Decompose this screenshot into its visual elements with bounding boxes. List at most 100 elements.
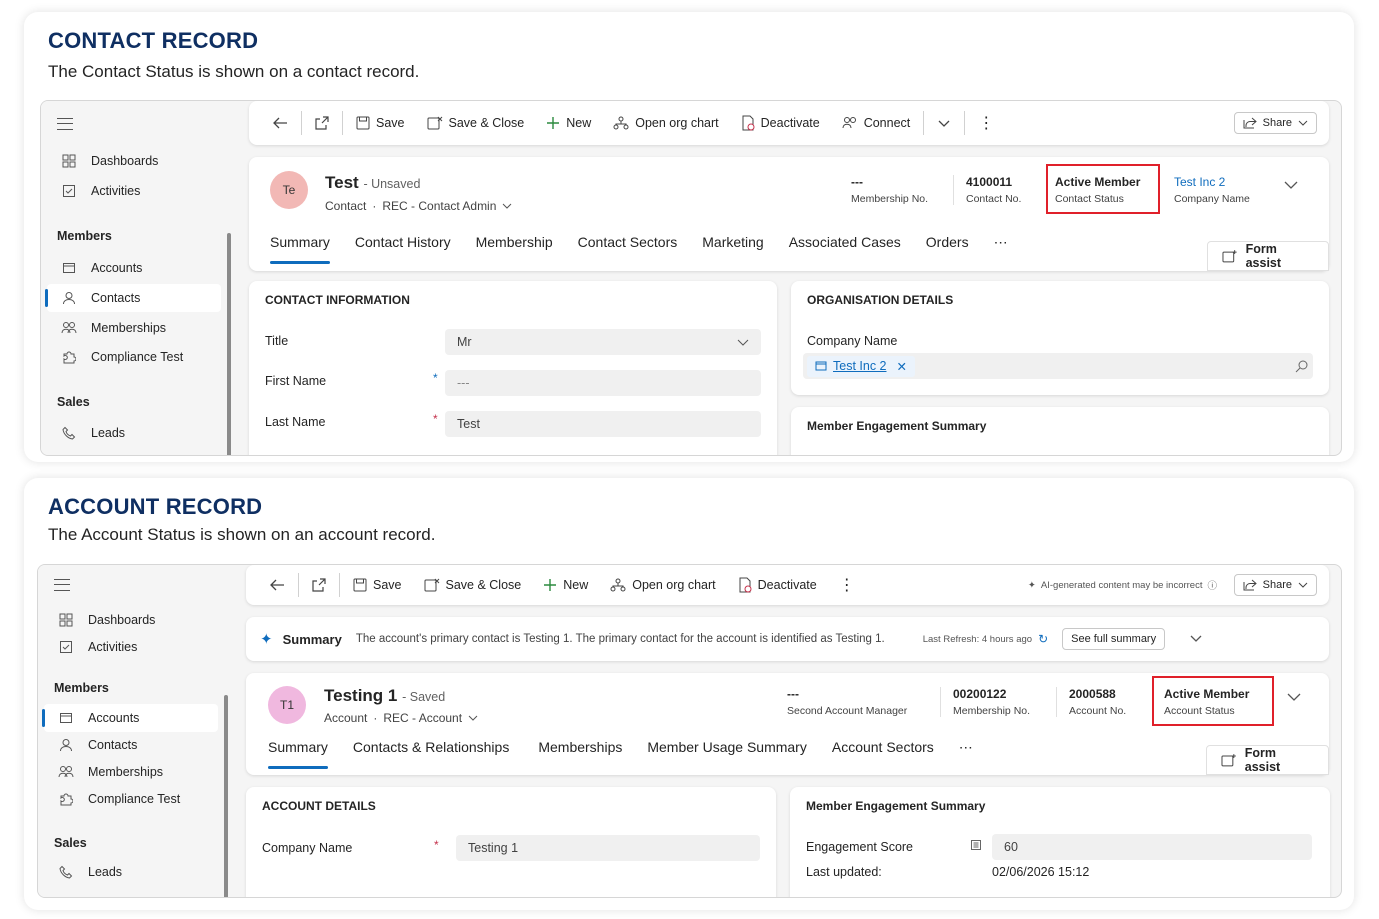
- sidebar-scrollbar[interactable]: [224, 695, 228, 897]
- back-button[interactable]: [258, 569, 296, 601]
- sidebar-scrollbar[interactable]: [227, 233, 231, 455]
- main-area: Save Save & Close New Open org chart Dea…: [246, 565, 1341, 897]
- save-close-button[interactable]: Save & Close: [416, 107, 536, 139]
- sidebar-item-compliance-test[interactable]: Compliance Test: [47, 343, 221, 371]
- header-field-company-name[interactable]: Test Inc 2 Company Name: [1174, 175, 1250, 205]
- tab-summary[interactable]: Summary: [268, 739, 328, 769]
- divider: [339, 573, 340, 597]
- member-engagement-section: Member Engagement Summary Engagement Sco…: [790, 787, 1330, 897]
- sidebar-item-contacts[interactable]: Contacts: [44, 731, 218, 759]
- sidebar-item-label: Accounts: [91, 261, 143, 275]
- record-tabs: Summary Contact History Membership Conta…: [270, 234, 1033, 264]
- title-select[interactable]: Mr: [445, 329, 761, 355]
- open-org-chart-button[interactable]: Open org chart: [602, 107, 729, 139]
- share-icon: [1243, 117, 1257, 129]
- company-name-label: Company Name: [262, 841, 353, 855]
- form-selector[interactable]: REC - Contact Admin: [382, 199, 496, 213]
- sidebar-item-label: Accounts: [88, 711, 140, 725]
- new-button[interactable]: New: [532, 569, 599, 601]
- tab-memberships[interactable]: Memberships: [538, 739, 622, 756]
- sidebar-item-dashboards[interactable]: Dashboards: [47, 147, 221, 175]
- form-assist-button[interactable]: Form assist: [1207, 241, 1329, 271]
- form-assist-icon: [1221, 754, 1236, 767]
- person-icon: [44, 738, 88, 752]
- accounts-icon: [44, 711, 88, 725]
- tab-membership[interactable]: Membership: [476, 234, 553, 251]
- tab-summary[interactable]: Summary: [270, 234, 330, 264]
- tab-orders[interactable]: Orders: [926, 234, 969, 251]
- hamburger-menu-icon[interactable]: [57, 118, 73, 130]
- first-name-field[interactable]: ---: [445, 370, 761, 396]
- engagement-score-field[interactable]: 60: [992, 834, 1312, 860]
- record-type: Contact · REC - Contact Admin: [325, 199, 512, 213]
- entity-name: Contact: [325, 199, 367, 213]
- form-assist-button[interactable]: Form assist: [1206, 745, 1329, 775]
- share-button[interactable]: Share: [1233, 112, 1317, 134]
- open-new-window-button[interactable]: [304, 107, 340, 139]
- expand-header-chevron[interactable]: [1286, 689, 1302, 707]
- refresh-icon[interactable]: ↻: [1038, 632, 1048, 646]
- deactivate-button[interactable]: Deactivate: [727, 569, 828, 601]
- tab-account-sectors[interactable]: Account Sectors: [832, 739, 934, 756]
- sidebar-item-memberships[interactable]: Memberships: [44, 758, 218, 786]
- tab-marketing[interactable]: Marketing: [702, 234, 763, 251]
- company-name-field[interactable]: Testing 1: [456, 835, 760, 861]
- form-selector[interactable]: REC - Account: [383, 711, 462, 725]
- deactivate-button[interactable]: Deactivate: [730, 107, 831, 139]
- new-button[interactable]: New: [535, 107, 602, 139]
- last-name-label: Last Name: [265, 415, 326, 429]
- people-icon: [44, 765, 88, 779]
- expand-header-chevron[interactable]: [1283, 177, 1299, 195]
- back-button[interactable]: [261, 107, 299, 139]
- save-button[interactable]: Save: [345, 107, 416, 139]
- back-arrow-icon: [273, 117, 287, 129]
- overflow-menu-button[interactable]: ⋮: [828, 569, 866, 601]
- activities-icon: [47, 184, 91, 198]
- sidebar-item-accounts[interactable]: Accounts: [42, 704, 218, 732]
- account-record-card: ACCOUNT RECORD The Account Status is sho…: [24, 478, 1354, 910]
- sidebar-item-dashboards[interactable]: Dashboards: [44, 606, 218, 634]
- more-commands-dropdown[interactable]: [926, 107, 962, 139]
- sidebar-item-leads[interactable]: Leads: [47, 419, 221, 447]
- last-name-field[interactable]: Test: [445, 411, 761, 437]
- header-field-membership-no: 00200122 Membership No.: [940, 687, 1030, 717]
- dashboard-icon: [44, 613, 88, 627]
- tab-associated-cases[interactable]: Associated Cases: [789, 234, 901, 251]
- collapse-summary-chevron[interactable]: [1189, 632, 1203, 646]
- sidebar-item-compliance-test[interactable]: Compliance Test: [44, 785, 218, 813]
- sidebar-item-memberships[interactable]: Memberships: [47, 314, 221, 342]
- avatar: T1: [268, 686, 306, 724]
- more-tabs-icon[interactable]: ⋯: [994, 234, 1008, 251]
- sidebar-item-leads[interactable]: Leads: [44, 858, 218, 886]
- tab-contacts-relationships[interactable]: Contacts & Relationships: [353, 739, 509, 756]
- open-org-chart-button[interactable]: Open org chart: [599, 569, 726, 601]
- last-refresh: Last Refresh: 4 hours ago: [922, 633, 1033, 645]
- chevron-down-icon: [737, 339, 749, 346]
- sidebar-item-label: Activities: [88, 640, 138, 654]
- see-full-summary-button[interactable]: See full summary: [1062, 628, 1166, 650]
- share-button[interactable]: Share: [1233, 574, 1317, 596]
- dashboard-icon: [47, 154, 91, 168]
- save-button[interactable]: Save: [342, 569, 413, 601]
- tab-member-usage-summary[interactable]: Member Usage Summary: [647, 739, 807, 756]
- more-tabs-icon[interactable]: ⋯: [959, 739, 973, 756]
- connect-button[interactable]: Connect: [831, 107, 922, 139]
- sidebar-item-activities[interactable]: Activities: [47, 177, 221, 205]
- open-new-window-button[interactable]: [301, 569, 337, 601]
- sidebar-item-label: Dashboards: [91, 154, 159, 168]
- contact-record-card: CONTACT RECORD The Contact Status is sho…: [24, 12, 1354, 462]
- sidebar-item-activities[interactable]: Activities: [44, 633, 218, 661]
- tab-contact-history[interactable]: Contact History: [355, 234, 451, 251]
- company-name-lookup[interactable]: Test Inc 2 ✕: [803, 353, 1313, 379]
- overflow-menu-button[interactable]: ⋮: [967, 107, 1005, 139]
- sidebar-item-contacts[interactable]: Contacts: [45, 284, 221, 312]
- hamburger-menu-icon[interactable]: [54, 579, 70, 591]
- command-bar: Save Save & Close New Open org chart Dea…: [249, 101, 1329, 145]
- ai-disclaimer: ✦ AI-generated content may be incorrect ⓘ: [1027, 579, 1217, 593]
- company-lookup-chip[interactable]: Test Inc 2 ✕: [807, 355, 915, 377]
- save-close-button[interactable]: Save & Close: [413, 569, 533, 601]
- tab-contact-sectors[interactable]: Contact Sectors: [578, 234, 678, 251]
- command-bar: Save Save & Close New Open org chart Dea…: [246, 565, 1329, 605]
- member-engagement-section: Member Engagement Summary: [791, 407, 1329, 455]
- sidebar-item-accounts[interactable]: Accounts: [47, 254, 221, 282]
